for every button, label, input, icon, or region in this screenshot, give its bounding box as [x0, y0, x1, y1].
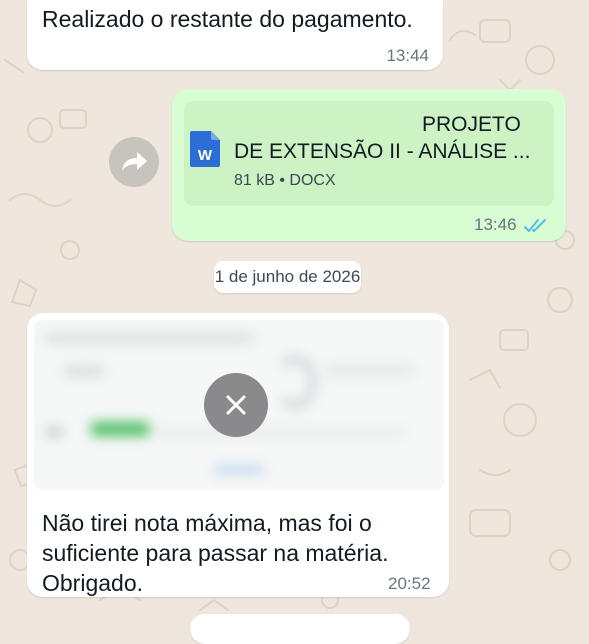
- message-text-line: Obrigado.: [42, 570, 144, 596]
- document-name-line2: DE EXTENSÃO II - ANÁLISE ...: [234, 140, 531, 163]
- date-separator: 1 de junho de 2026: [214, 261, 361, 293]
- cancel-download-button[interactable]: [204, 373, 268, 437]
- double-check-icon: [524, 219, 546, 232]
- document-name: PROJETO DE EXTENSÃO II - ANÁLISE ...: [234, 111, 534, 165]
- forward-button[interactable]: [109, 137, 159, 187]
- document-meta: 81 kB • DOCX: [234, 172, 336, 189]
- message-text-line: suficiente para passar na matéria.: [42, 540, 389, 566]
- incoming-message-bubble[interactable]: Realizado o restante do pagamento. 13:44: [27, 0, 443, 70]
- message-time: 13:44: [386, 46, 429, 65]
- message-time: 13:46: [474, 215, 517, 234]
- incoming-message-bubble[interactable]: [190, 614, 410, 644]
- message-text-line: Não tirei nota máxima, mas foi o: [42, 510, 372, 536]
- document-name-line1: PROJETO: [422, 113, 521, 136]
- close-icon: [226, 395, 246, 415]
- message-text: Realizado o restante do pagamento.: [42, 6, 413, 32]
- message-time: 20:52: [388, 574, 431, 593]
- word-icon-letter: W: [198, 147, 213, 164]
- word-document-icon: W: [190, 131, 220, 167]
- forward-arrow-icon: [122, 152, 147, 171]
- message-text: Não tirei nota máxima, mas foi o suficie…: [42, 508, 388, 598]
